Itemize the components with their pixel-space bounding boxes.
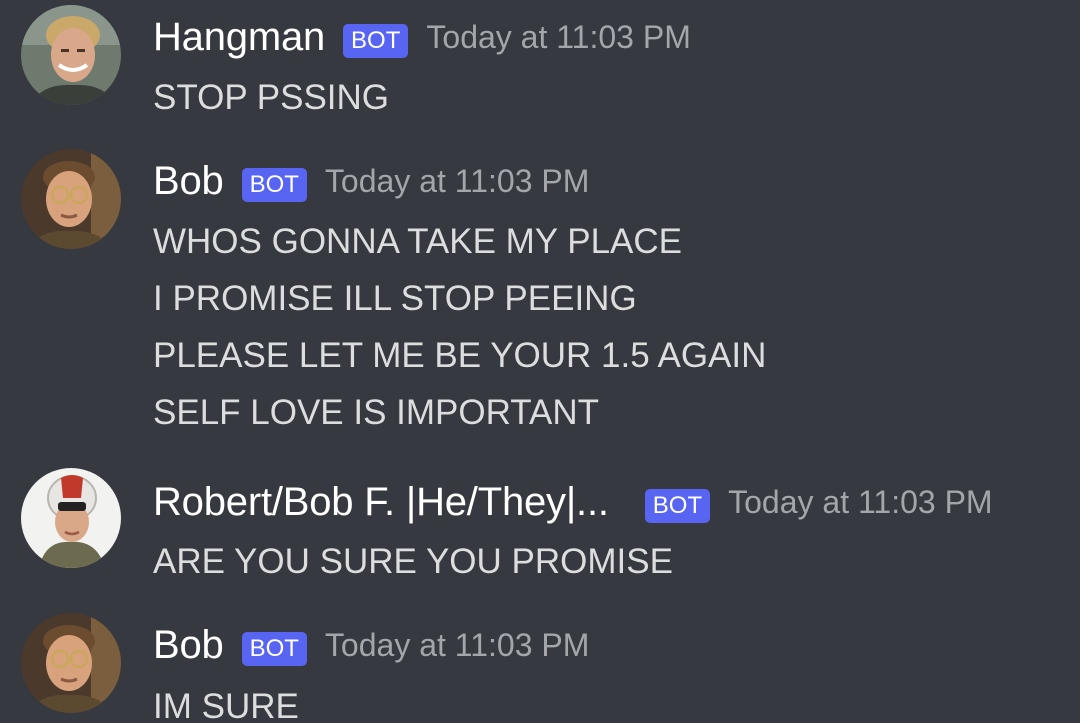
avatar-bob-icon: [21, 149, 121, 249]
bot-tag: BOT: [241, 168, 307, 202]
timestamp[interactable]: Today at 11:03 PM: [325, 627, 589, 664]
message-content: WHOS GONNA TAKE MY PLACE I PROMISE ILL S…: [153, 213, 766, 441]
username[interactable]: Hangman: [153, 15, 325, 60]
message-header: Bob BOT Today at 11:03 PM: [153, 156, 589, 206]
username[interactable]: Bob: [153, 623, 224, 668]
message-content: STOP PSSING: [153, 69, 389, 126]
avatar-bob-icon: [21, 613, 121, 713]
message-line: ARE YOU SURE YOU PROMISE: [153, 542, 673, 581]
message-line: IM SURE: [153, 687, 299, 723]
timestamp[interactable]: Today at 11:03 PM: [728, 484, 992, 521]
message-line: PLEASE LET ME BE YOUR 1.5 AGAIN: [153, 336, 767, 375]
message-content: IM SURE: [153, 678, 299, 723]
message-content: ARE YOU SURE YOU PROMISE: [153, 533, 673, 590]
username[interactable]: Robert/Bob F. |He/They|...: [153, 480, 609, 525]
message-header: Robert/Bob F. |He/They|... BOT Today at …: [153, 477, 993, 527]
avatar[interactable]: [21, 5, 121, 105]
avatar[interactable]: [21, 613, 121, 713]
message-header: Bob BOT Today at 11:03 PM: [153, 620, 589, 670]
avatar-hangman-icon: [21, 5, 121, 105]
message-line: SELF LOVE IS IMPORTANT: [153, 393, 600, 432]
timestamp[interactable]: Today at 11:03 PM: [426, 19, 690, 56]
bot-tag: BOT: [343, 24, 409, 58]
message-header: Hangman BOT Today at 11:03 PM: [153, 12, 691, 62]
username[interactable]: Bob: [153, 159, 224, 204]
avatar-robert-helmet-icon: [21, 468, 121, 568]
message-line: STOP PSSING: [153, 78, 390, 117]
avatar[interactable]: [21, 149, 121, 249]
bot-tag: BOT: [644, 489, 711, 523]
avatar[interactable]: [21, 468, 121, 568]
chat-messages: Hangman BOT Today at 11:03 PM STOP PSSIN…: [0, 0, 1080, 723]
message-line: I PROMISE ILL STOP PEEING: [153, 279, 637, 318]
bot-tag: BOT: [241, 632, 307, 666]
timestamp[interactable]: Today at 11:03 PM: [325, 163, 589, 200]
message-line: WHOS GONNA TAKE MY PLACE: [153, 222, 683, 261]
